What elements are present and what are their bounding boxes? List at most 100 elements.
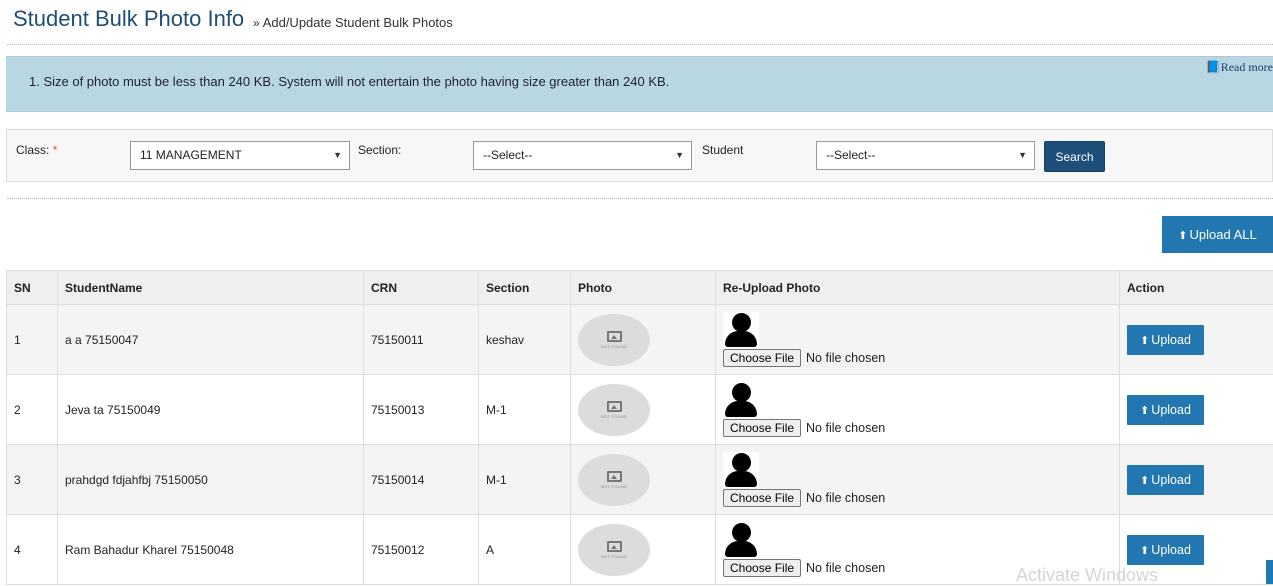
choose-file-button[interactable]: Choose File (723, 419, 801, 437)
cell-reupload: Choose FileNo file chosen (716, 305, 1120, 375)
file-status: No file chosen (806, 491, 885, 505)
class-select[interactable]: 11 MANAGEMENT ▼ (130, 141, 350, 170)
table-row: 3 prahdgd fdjahfbj 75150050 75150014 M-1… (7, 445, 1273, 515)
choose-file-button[interactable]: Choose File (723, 349, 801, 367)
col-crn[interactable]: CRN (364, 271, 479, 305)
file-input[interactable]: Choose FileNo file chosen (723, 349, 1112, 367)
user-silhouette-icon (723, 382, 759, 418)
cell-student-name: Jeva ta 75150049 (58, 375, 364, 445)
picture-icon (607, 331, 622, 342)
class-label-text: Class: (16, 143, 49, 157)
upload-label: Upload (1151, 543, 1191, 557)
col-photo[interactable]: Photo (571, 271, 716, 305)
cell-action: ⬆Upload (1120, 445, 1273, 515)
table-row: 2 Jeva ta 75150049 75150013 M-1 NOT FOUN… (7, 375, 1273, 445)
cell-photo: NOT FOUND (571, 375, 716, 445)
image-not-found-icon: NOT FOUND (578, 314, 650, 366)
read-more-link[interactable]: 📘Read more (1206, 60, 1273, 75)
cell-section: M-1 (479, 445, 571, 515)
cell-student-name: prahdgd fdjahfbj 75150050 (58, 445, 364, 515)
user-silhouette-icon (723, 312, 759, 348)
picture-icon (607, 471, 622, 482)
choose-file-button[interactable]: Choose File (723, 559, 801, 577)
scroll-to-top-button[interactable] (1266, 560, 1273, 584)
upload-button[interactable]: ⬆Upload (1127, 325, 1204, 355)
breadcrumb-label: Add/Update Student Bulk Photos (263, 15, 453, 30)
col-action[interactable]: Action (1120, 271, 1273, 305)
info-alert: 1. Size of photo must be less than 240 K… (6, 56, 1273, 112)
cell-student-name: Ram Bahadur Kharel 75150048 (58, 515, 364, 585)
cell-action: ⬆Upload (1120, 305, 1273, 375)
cell-photo: NOT FOUND (571, 515, 716, 585)
filter-panel: Class: * 11 MANAGEMENT ▼ Section: --Selec… (6, 129, 1273, 182)
col-sn[interactable]: SN (7, 271, 58, 305)
activate-windows-watermark: Activate Windows (1016, 565, 1158, 586)
upload-label: Upload (1151, 473, 1191, 487)
cell-section: A (479, 515, 571, 585)
cell-sn: 1 (7, 305, 58, 375)
divider (7, 198, 1273, 199)
upload-icon: ⬆ (1140, 405, 1149, 417)
cell-student-name: a a 75150047 (58, 305, 364, 375)
cell-sn: 2 (7, 375, 58, 445)
table-row: 1 a a 75150047 75150011 keshav NOT FOUND… (7, 305, 1273, 375)
caret-down-icon: ▼ (333, 142, 342, 169)
student-select-value: --Select-- (826, 148, 875, 162)
not-found-text: NOT FOUND (601, 414, 627, 419)
cell-section: M-1 (479, 375, 571, 445)
section-label: Section: (358, 143, 401, 157)
image-not-found-icon: NOT FOUND (578, 524, 650, 576)
upload-label: Upload (1151, 403, 1191, 417)
choose-file-button[interactable]: Choose File (723, 489, 801, 507)
cell-crn: 75150011 (364, 305, 479, 375)
col-student-name[interactable]: StudentName (58, 271, 364, 305)
cell-sn: 4 (7, 515, 58, 585)
page-title: Student Bulk Photo Info (13, 6, 244, 32)
upload-icon: ⬆ (1178, 230, 1187, 242)
table-header-row: SN StudentName CRN Section Photo Re-Uplo… (7, 271, 1273, 305)
caret-down-icon: ▼ (1018, 142, 1027, 169)
upload-button[interactable]: ⬆Upload (1127, 395, 1204, 425)
cell-photo: NOT FOUND (571, 445, 716, 515)
cell-reupload: Choose File No file chosen (716, 445, 1120, 515)
breadcrumb: »Add/Update Student Bulk Photos (253, 15, 453, 30)
section-select-value: --Select-- (483, 148, 532, 162)
double-chevron-right-icon: » (253, 16, 260, 30)
info-text: 1. Size of photo must be less than 240 K… (29, 74, 669, 89)
students-table: SN StudentName CRN Section Photo Re-Uplo… (6, 270, 1273, 585)
student-label: Student (702, 143, 743, 157)
cell-sn: 3 (7, 445, 58, 515)
divider (7, 44, 1273, 45)
required-mark: * (53, 143, 58, 157)
not-found-text: NOT FOUND (601, 344, 627, 349)
section-select[interactable]: --Select-- ▼ (473, 141, 692, 170)
file-status: No file chosen (806, 561, 885, 575)
col-section[interactable]: Section (479, 271, 571, 305)
upload-all-label: Upload ALL (1189, 227, 1256, 242)
not-found-text: NOT FOUND (601, 554, 627, 559)
cell-section: keshav (479, 305, 571, 375)
user-silhouette-icon (723, 522, 759, 558)
upload-button[interactable]: ⬆Upload (1127, 465, 1204, 495)
cell-crn: 75150014 (364, 445, 479, 515)
upload-button[interactable]: ⬆Upload (1127, 535, 1204, 565)
file-input[interactable]: Choose File No file chosen (723, 489, 1112, 507)
image-not-found-icon: NOT FOUND (578, 384, 650, 436)
cell-crn: 75150013 (364, 375, 479, 445)
search-button[interactable]: Search (1044, 141, 1105, 172)
cell-photo: NOT FOUND (571, 305, 716, 375)
not-found-text: NOT FOUND (601, 484, 627, 489)
class-select-value: 11 MANAGEMENT (140, 148, 242, 162)
picture-icon (607, 541, 622, 552)
caret-down-icon: ▼ (675, 142, 684, 169)
cell-action: ⬆Upload (1120, 375, 1273, 445)
upload-label: Upload (1151, 333, 1191, 347)
upload-icon: ⬆ (1140, 545, 1149, 557)
file-input[interactable]: Choose FileNo file chosen (723, 419, 1112, 437)
col-reupload-photo[interactable]: Re-Upload Photo (716, 271, 1120, 305)
upload-all-button[interactable]: ⬆Upload ALL (1162, 216, 1273, 253)
read-more-label: Read more (1221, 60, 1273, 74)
student-select[interactable]: --Select-- ▼ (816, 141, 1035, 170)
picture-icon (607, 401, 622, 412)
cell-reupload: Choose FileNo file chosen (716, 375, 1120, 445)
